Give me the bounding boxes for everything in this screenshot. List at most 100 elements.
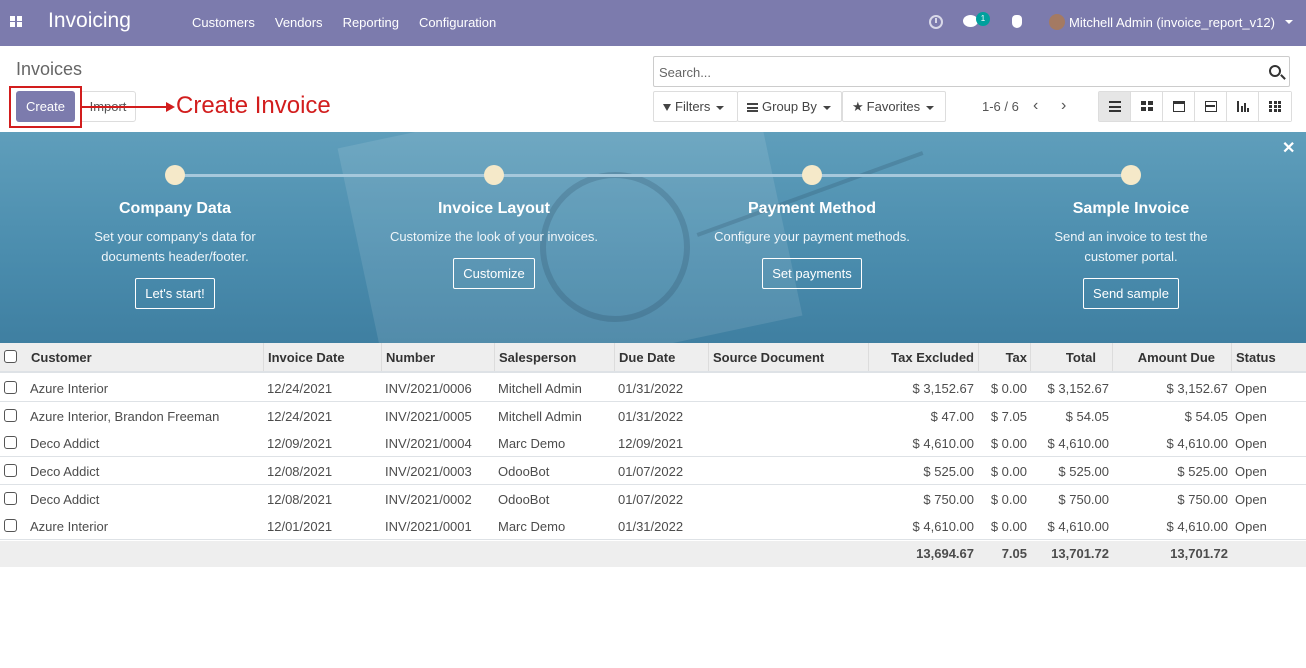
cell-salesperson: Mitchell Admin [498,381,582,396]
cell-tax-excluded: $ 750.00 [923,492,974,507]
cell-amount-due: $ 4,610.00 [1166,436,1228,451]
user-menu[interactable]: Mitchell Admin (invoice_report_v12) [1069,15,1275,30]
app-title[interactable]: Invoicing [48,9,131,33]
column-tax-excluded[interactable]: Tax Excluded [891,350,974,365]
cell-customer: Azure Interior [30,381,109,396]
breadcrumb: Invoices [16,59,83,79]
debug-bug-icon[interactable] [1012,15,1022,28]
step-payment-method: Payment Method Configure your payment me… [697,200,927,289]
row-checkbox[interactable] [4,464,17,477]
row-checkbox[interactable] [4,409,17,422]
groupby-label: Group By [762,99,817,114]
column-source-document[interactable]: Source Document [713,350,824,365]
groupby-dropdown[interactable]: Group By [737,91,842,122]
column-salesperson[interactable]: Salesperson [499,350,576,365]
user-dropdown-caret-icon[interactable] [1285,20,1293,24]
cell-customer: Azure Interior, Brandon Freeman [30,409,220,424]
cell-status: Open [1235,492,1267,507]
activity-clock-icon[interactable] [929,15,943,29]
cell-number: INV/2021/0003 [385,464,472,479]
table-row[interactable]: Azure Interior, Brandon Freeman 12/24/20… [0,402,1306,430]
cell-amount-due: $ 750.00 [1177,492,1228,507]
customize-button[interactable]: Customize [453,258,535,289]
cell-due-date: 01/31/2022 [618,381,684,396]
favorites-label: Favorites [866,99,921,114]
calendar-view-button[interactable] [1163,92,1195,121]
row-checkbox[interactable] [4,436,17,449]
list-view-button[interactable] [1099,92,1131,121]
column-status[interactable]: Status [1236,350,1276,365]
cell-invoice-date: 12/09/2021 [267,436,333,451]
step-title: Sample Invoice [1072,200,1190,217]
pager-next-icon[interactable]: › [1061,97,1066,115]
bar-chart-icon [1236,101,1249,112]
column-invoice-date[interactable]: Invoice Date [268,350,345,365]
annotation-arrow [82,106,168,108]
annotation-label: Create Invoice [176,92,331,119]
dashboard-grid-icon [1269,101,1281,112]
step-description: Customize the look of your invoices. [389,229,599,244]
step-description: Set your company's data for documents hea… [94,229,256,264]
column-due-date[interactable]: Due Date [619,350,675,365]
pager-previous-icon[interactable]: ‹ [1033,97,1038,115]
list-view-icon [1108,101,1121,112]
table-row[interactable]: Azure Interior 12/24/2021 INV/2021/0006 … [0,374,1306,402]
pager-value[interactable]: 1-6 / 6 [982,99,1019,114]
favorites-dropdown[interactable]: ★ Favorites [842,91,946,122]
table-row[interactable]: Deco Addict 12/08/2021 INV/2021/0003 Odo… [0,457,1306,485]
cell-total: $ 4,610.00 [1047,519,1109,534]
cell-salesperson: OdooBot [498,492,550,507]
menu-customers[interactable]: Customers [182,0,265,46]
row-checkbox[interactable] [4,492,17,505]
search-input[interactable] [659,63,1249,81]
step-sample-invoice: Sample Invoice Send an invoice to test t… [1016,200,1246,309]
column-number[interactable]: Number [386,350,435,365]
graph-view-button[interactable] [1227,92,1259,121]
menu-configuration[interactable]: Configuration [409,0,506,46]
table-row[interactable]: Deco Addict 12/08/2021 INV/2021/0002 Odo… [0,485,1306,513]
set-payments-button[interactable]: Set payments [762,258,862,289]
column-tax[interactable]: Tax [1006,350,1027,365]
cell-invoice-date: 12/24/2021 [267,381,333,396]
table-row[interactable]: Azure Interior 12/01/2021 INV/2021/0001 … [0,512,1306,540]
column-total[interactable]: Total [1066,350,1096,365]
table-row[interactable]: Deco Addict 12/09/2021 INV/2021/0004 Mar… [0,429,1306,457]
cell-status: Open [1235,464,1267,479]
filters-dropdown[interactable]: Filters [653,91,738,122]
select-all-checkbox[interactable] [4,350,17,363]
cell-amount-due: $ 54.05 [1184,409,1228,424]
row-checkbox[interactable] [4,519,17,532]
cell-total: $ 54.05 [1065,409,1109,424]
cell-customer: Deco Addict [30,436,100,451]
row-checkbox[interactable] [4,381,17,394]
menu-reporting[interactable]: Reporting [333,0,409,46]
chat-counter-badge: 1 [976,12,990,26]
pivot-view-button[interactable] [1195,92,1227,121]
column-customer[interactable]: Customer [31,350,92,365]
cell-tax-excluded: $ 525.00 [923,464,974,479]
total-tax: 7.05 [1001,546,1027,561]
kanban-view-button[interactable] [1131,92,1163,121]
close-banner-icon[interactable]: ✕ [1282,138,1295,158]
user-avatar[interactable] [1049,14,1065,30]
step-title: Company Data [118,200,232,217]
filters-label: Filters [675,99,711,114]
lets-start-button[interactable]: Let's start! [135,278,215,309]
column-amount-due[interactable]: Amount Due [1138,350,1215,365]
cell-tax: $ 0.00 [990,492,1027,507]
step-title: Payment Method [747,200,876,217]
cell-amount-due: $ 525.00 [1177,464,1228,479]
cell-status: Open [1235,381,1267,396]
cell-amount-due: $ 4,610.00 [1166,519,1228,534]
dashboard-view-button[interactable] [1259,92,1291,121]
cell-tax: $ 0.00 [990,519,1027,534]
cell-number: INV/2021/0004 [385,436,472,451]
cell-number: INV/2021/0005 [385,409,472,424]
menu-vendors[interactable]: Vendors [265,0,333,46]
send-sample-button[interactable]: Send sample [1083,278,1179,309]
search-icon[interactable] [1269,65,1281,77]
cell-total: $ 750.00 [1058,492,1109,507]
table-header: Customer Invoice Date Number Salesperson… [0,343,1306,373]
apps-menu-icon[interactable] [10,16,23,28]
cell-status: Open [1235,519,1267,534]
